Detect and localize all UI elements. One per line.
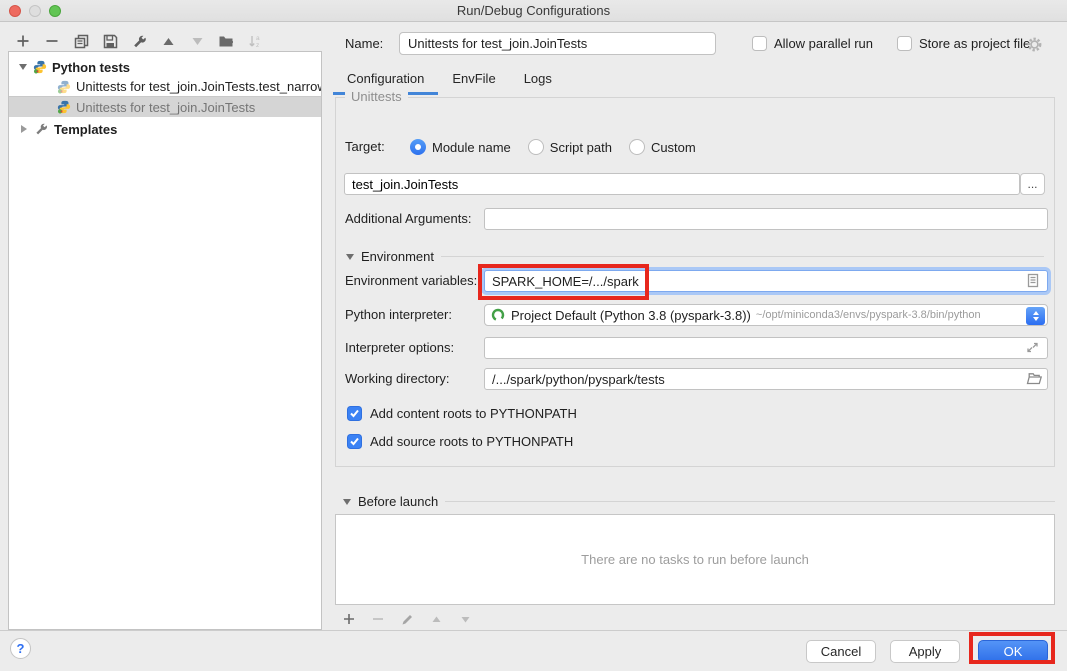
checkbox-unchecked-icon[interactable]	[752, 36, 767, 51]
add-content-roots-label: Add content roots to PYTHONPATH	[370, 406, 577, 421]
ok-button[interactable]: OK	[978, 640, 1048, 663]
move-down-icon[interactable]	[189, 33, 205, 49]
additional-arguments-input[interactable]	[484, 208, 1048, 230]
chevron-down-icon[interactable]	[346, 254, 354, 260]
tab-envfile[interactable]: EnvFile	[438, 66, 509, 93]
edit-variables-icon[interactable]	[1026, 273, 1042, 289]
environment-variables-label: Environment variables:	[345, 270, 477, 292]
title-bar: Run/Debug Configurations	[0, 0, 1067, 22]
radio-unselected-icon[interactable]	[629, 139, 645, 155]
save-configuration-icon[interactable]	[102, 33, 118, 49]
configurations-tree: Python tests Unittests for test_join.Joi…	[8, 51, 322, 630]
radio-selected-icon[interactable]	[410, 139, 426, 155]
svg-text:a: a	[256, 35, 260, 42]
checkbox-checked-icon[interactable]	[347, 406, 362, 421]
tree-item-label: Templates	[54, 122, 117, 137]
radio-module-name-label: Module name	[432, 140, 511, 155]
interpreter-options-input[interactable]	[484, 337, 1048, 359]
working-directory-input[interactable]	[484, 368, 1048, 390]
unittests-group: Unittests Target: Module name Script pat…	[335, 97, 1055, 467]
chevron-right-icon[interactable]	[21, 125, 27, 133]
radio-custom[interactable]: Custom	[629, 139, 696, 155]
chevron-down-icon[interactable]	[19, 64, 27, 70]
remove-task-icon[interactable]	[370, 611, 386, 627]
conda-env-icon	[491, 308, 505, 322]
gear-icon[interactable]	[1026, 36, 1043, 53]
checkbox-unchecked-icon[interactable]	[897, 36, 912, 51]
edit-templates-icon[interactable]	[131, 33, 147, 49]
dropdown-arrows-icon[interactable]	[1026, 307, 1045, 325]
tree-item-python-tests[interactable]: Python tests	[9, 57, 321, 77]
section-divider	[445, 501, 1055, 502]
add-source-roots-checkbox[interactable]: Add source roots to PYTHONPATH	[347, 432, 573, 450]
copy-configuration-icon[interactable]	[73, 33, 89, 49]
before-launch-label: Before launch	[358, 494, 438, 509]
apply-button[interactable]: Apply	[890, 640, 960, 663]
add-source-roots-label: Add source roots to PYTHONPATH	[370, 434, 573, 449]
add-task-icon[interactable]	[341, 611, 357, 627]
create-folder-icon[interactable]	[218, 33, 234, 49]
help-button[interactable]: ?	[10, 638, 31, 659]
window-title: Run/Debug Configurations	[0, 0, 1067, 22]
svg-text:z: z	[256, 42, 259, 49]
radio-module-name[interactable]: Module name	[410, 139, 511, 155]
working-directory-label: Working directory:	[345, 368, 450, 390]
python-interpreter-select[interactable]: Project Default (Python 3.8 (pyspark-3.8…	[484, 304, 1048, 326]
empty-tasks-text: There are no tasks to run before launch	[581, 552, 809, 567]
tree-item-label: Unittests for test_join.JoinTests.test_n…	[76, 79, 321, 94]
unittests-group-legend: Unittests	[345, 89, 408, 104]
interpreter-options-label: Interpreter options:	[345, 337, 454, 359]
python-tests-icon	[33, 60, 47, 74]
cancel-button[interactable]: Cancel	[806, 640, 876, 663]
run-config-toolbar: az	[15, 32, 263, 50]
radio-unselected-icon[interactable]	[528, 139, 544, 155]
store-as-project-file-label: Store as project file	[919, 36, 1030, 51]
target-module-input[interactable]	[344, 173, 1020, 195]
name-label: Name:	[345, 33, 383, 55]
remove-configuration-icon[interactable]	[44, 33, 60, 49]
templates-wrench-icon	[34, 122, 48, 136]
open-folder-icon[interactable]	[1026, 372, 1042, 388]
move-task-down-icon[interactable]	[457, 611, 473, 627]
tree-item-templates[interactable]: Templates	[9, 119, 321, 139]
environment-variables-input[interactable]	[484, 270, 1048, 292]
radio-script-path[interactable]: Script path	[528, 139, 612, 155]
name-input[interactable]	[399, 32, 716, 55]
tree-item-unittest-jointests[interactable]: Unittests for test_join.JoinTests	[9, 97, 321, 117]
target-radio-group: Module name Script path Custom	[410, 136, 696, 158]
checkbox-checked-icon[interactable]	[347, 434, 362, 449]
add-content-roots-checkbox[interactable]: Add content roots to PYTHONPATH	[347, 404, 577, 422]
store-as-project-file-checkbox[interactable]: Store as project file	[897, 31, 1030, 55]
add-configuration-icon[interactable]	[15, 33, 31, 49]
sort-alphabetically-icon[interactable]: az	[247, 33, 263, 49]
tasks-toolbar	[341, 611, 473, 627]
tree-item-label: Unittests for test_join.JoinTests	[76, 100, 255, 115]
interpreter-path: ~/opt/miniconda3/envs/pyspark-3.8/bin/py…	[756, 309, 981, 321]
additional-arguments-label: Additional Arguments:	[345, 208, 471, 230]
python-test-icon	[57, 100, 71, 114]
browse-button[interactable]: ...	[1020, 173, 1045, 195]
environment-section-header[interactable]: Environment	[346, 249, 1044, 264]
move-up-icon[interactable]	[160, 33, 176, 49]
section-divider	[441, 256, 1044, 257]
radio-custom-label: Custom	[651, 140, 696, 155]
python-test-icon	[57, 80, 71, 94]
before-launch-tasks-panel: There are no tasks to run before launch	[335, 514, 1055, 605]
tree-item-label: Python tests	[52, 60, 130, 75]
environment-section-label: Environment	[361, 249, 434, 264]
allow-parallel-run-checkbox[interactable]: Allow parallel run	[752, 31, 873, 55]
tab-logs[interactable]: Logs	[510, 66, 566, 93]
radio-script-path-label: Script path	[550, 140, 612, 155]
footer-divider	[0, 630, 1067, 631]
chevron-down-icon[interactable]	[343, 499, 351, 505]
interpreter-value: Project Default (Python 3.8 (pyspark-3.8…	[511, 308, 751, 323]
before-launch-section-header[interactable]: Before launch	[343, 494, 1055, 509]
target-label: Target:	[345, 136, 385, 158]
tree-item-unittest-narrow[interactable]: Unittests for test_join.JoinTests.test_n…	[9, 77, 321, 97]
expand-field-icon[interactable]	[1025, 340, 1041, 356]
move-task-up-icon[interactable]	[428, 611, 444, 627]
allow-parallel-run-label: Allow parallel run	[774, 36, 873, 51]
edit-task-icon[interactable]	[399, 611, 415, 627]
python-interpreter-label: Python interpreter:	[345, 304, 452, 326]
